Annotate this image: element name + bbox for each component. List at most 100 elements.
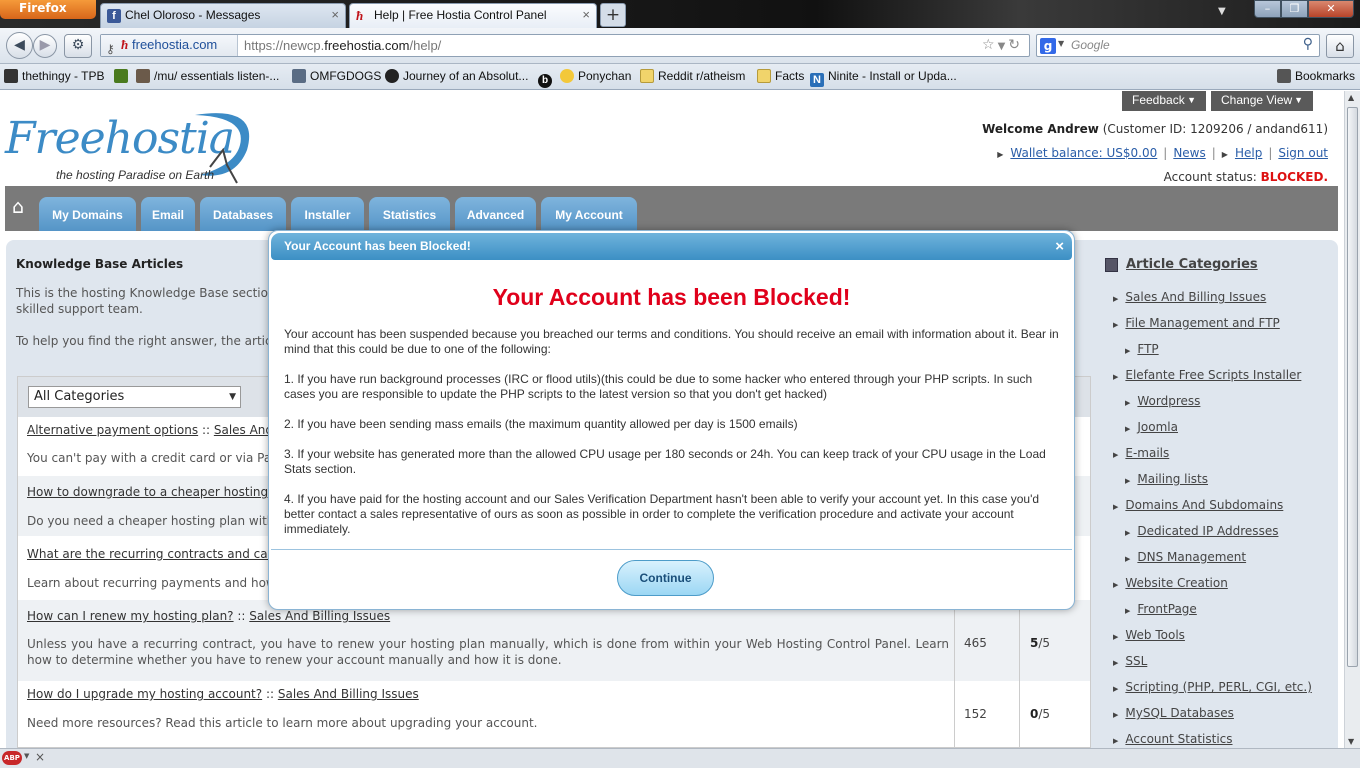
- category-link[interactable]: DNS Management: [1137, 550, 1246, 564]
- category-link[interactable]: File Management and FTP: [1125, 316, 1279, 330]
- category-item[interactable]: ▶ Web Tools: [1113, 628, 1185, 642]
- category-item[interactable]: ▶ SSL: [1113, 654, 1147, 668]
- address-bar[interactable]: ⚷ ħ freehostia.com https://newcp.freehos…: [100, 34, 1030, 57]
- tab-chel-oloroso[interactable]: f Chel Oloroso - Messages ×: [100, 3, 346, 28]
- subcategory-item[interactable]: ▶ Dedicated IP Addresses: [1125, 524, 1278, 538]
- bookmark-item[interactable]: Reddit r/atheism: [640, 69, 745, 84]
- home-icon[interactable]: ⌂: [12, 196, 24, 218]
- minimize-button[interactable]: –: [1254, 0, 1281, 18]
- bookmark-item[interactable]: Ponychan: [560, 69, 631, 84]
- category-link[interactable]: Scripting (PHP, PERL, CGI, etc.): [1125, 680, 1311, 694]
- bookmark-star-icon[interactable]: ☆: [982, 37, 998, 53]
- category-item[interactable]: ▶ File Management and FTP: [1113, 316, 1280, 330]
- continue-button[interactable]: Continue: [617, 560, 714, 596]
- reload-icon[interactable]: ↻: [1008, 37, 1023, 53]
- tab-list-icon[interactable]: ▼: [1218, 6, 1226, 17]
- category-item[interactable]: ▶ Elefante Free Scripts Installer: [1113, 368, 1301, 382]
- sign-out-link[interactable]: Sign out: [1278, 146, 1328, 160]
- back-arrow-icon[interactable]: ◀: [6, 32, 33, 59]
- scroll-up-icon[interactable]: ▲: [1348, 93, 1354, 102]
- bookmark-item[interactable]: b: [538, 69, 556, 88]
- firefox-menu-button[interactable]: Firefox: [0, 0, 96, 19]
- category-link[interactable]: Elefante Free Scripts Installer: [1125, 368, 1301, 382]
- scroll-down-icon[interactable]: ▼: [1348, 737, 1354, 746]
- url-text[interactable]: https://newcp.freehostia.com/help/: [244, 35, 441, 56]
- close-icon[interactable]: ×: [1055, 233, 1064, 260]
- category-link[interactable]: E-mails: [1125, 446, 1169, 460]
- bookmark-item[interactable]: Facts: [757, 69, 804, 84]
- subcategory-item[interactable]: ▶ Mailing lists: [1125, 472, 1208, 486]
- close-window-button[interactable]: ✕: [1308, 0, 1354, 18]
- category-link[interactable]: FrontPage: [1137, 602, 1196, 616]
- article-category-link[interactable]: Sales And Billing Issues: [278, 687, 419, 701]
- google-icon[interactable]: g: [1040, 38, 1056, 54]
- category-link[interactable]: Sales And Billing Issues: [1125, 290, 1266, 304]
- news-link[interactable]: News: [1173, 146, 1205, 160]
- category-item[interactable]: ▶ Scripting (PHP, PERL, CGI, etc.): [1113, 680, 1312, 694]
- tab-freehostia-help[interactable]: ħ Help | Free Hostia Control Panel ×: [349, 3, 597, 28]
- category-select[interactable]: All Categories ▼: [28, 386, 241, 408]
- restore-button[interactable]: ❐: [1281, 0, 1308, 18]
- tab-advanced[interactable]: Advanced: [455, 197, 536, 231]
- categories-title[interactable]: Article Categories: [1126, 257, 1258, 272]
- category-item[interactable]: ▶ Website Creation: [1113, 576, 1228, 590]
- category-link[interactable]: Wordpress: [1137, 394, 1200, 408]
- wallet-balance-link[interactable]: Wallet balance: US$0.00: [1010, 146, 1157, 160]
- category-link[interactable]: Website Creation: [1125, 576, 1227, 590]
- site-identity-button[interactable]: ⚷ ħ freehostia.com: [101, 35, 238, 56]
- addon-gear-icon[interactable]: ⚙: [64, 34, 92, 58]
- change-view-button[interactable]: Change View ▼: [1211, 91, 1313, 111]
- category-link[interactable]: Joomla: [1137, 420, 1178, 434]
- tab-installer[interactable]: Installer: [291, 197, 364, 231]
- tab-close-icon[interactable]: ×: [331, 4, 339, 26]
- category-item[interactable]: ▶ Account Statistics: [1113, 732, 1233, 746]
- new-tab-button[interactable]: +: [600, 3, 626, 27]
- history-dropdown-icon[interactable]: ▼: [998, 41, 1009, 52]
- home-icon[interactable]: ⌂: [1326, 34, 1354, 58]
- scroll-thumb[interactable]: [1347, 107, 1358, 667]
- tab-my-domains[interactable]: My Domains: [39, 197, 136, 231]
- article-title-link[interactable]: How do I upgrade my hosting account?: [27, 687, 262, 701]
- bookmark-item[interactable]: /mu/ essentials listen-...: [136, 69, 279, 84]
- search-engine-dropdown-icon[interactable]: ▼: [1058, 39, 1064, 48]
- category-link[interactable]: Account Statistics: [1125, 732, 1232, 746]
- feedback-button[interactable]: Feedback ▼: [1122, 91, 1206, 111]
- tab-statistics[interactable]: Statistics: [369, 197, 450, 231]
- search-bar[interactable]: g ▼ Google ⚲: [1036, 34, 1320, 57]
- category-link[interactable]: MySQL Databases: [1125, 706, 1234, 720]
- search-icon[interactable]: ⚲: [1303, 36, 1313, 52]
- adblock-icon[interactable]: ABP: [2, 751, 22, 765]
- category-item[interactable]: ▶ MySQL Databases: [1113, 706, 1234, 720]
- subcategory-item[interactable]: ▶ Joomla: [1125, 420, 1178, 434]
- bookmark-item[interactable]: thethingy - TPB: [4, 69, 105, 84]
- tab-close-icon[interactable]: ×: [582, 4, 590, 26]
- article-title-link[interactable]: What are the recurring contracts and can…: [27, 547, 283, 561]
- article-title-link[interactable]: Alternative payment options: [27, 423, 198, 437]
- subcategory-item[interactable]: ▶ Wordpress: [1125, 394, 1200, 408]
- category-link[interactable]: FTP: [1137, 342, 1158, 356]
- bookmarks-menu-button[interactable]: Bookmarks: [1277, 69, 1355, 84]
- category-item[interactable]: ▶ Sales And Billing Issues: [1113, 290, 1266, 304]
- tab-my-account[interactable]: My Account: [541, 197, 637, 231]
- tab-databases[interactable]: Databases: [200, 197, 286, 231]
- bookmark-item[interactable]: N Ninite - Install or Upda...: [810, 69, 957, 87]
- close-icon[interactable]: ×: [35, 750, 45, 764]
- category-link[interactable]: SSL: [1125, 654, 1147, 668]
- category-link[interactable]: Domains And Subdomains: [1125, 498, 1283, 512]
- article-title-link[interactable]: How can I renew my hosting plan?: [27, 609, 234, 623]
- freehostia-logo[interactable]: Freehostia the hosting Paradise on Earth: [5, 111, 265, 191]
- subcategory-item[interactable]: ▶ FTP: [1125, 342, 1159, 356]
- subcategory-item[interactable]: ▶ FrontPage: [1125, 602, 1197, 616]
- help-link[interactable]: Help: [1235, 146, 1262, 160]
- tab-email[interactable]: Email: [141, 197, 195, 231]
- category-item[interactable]: ▶ E-mails: [1113, 446, 1169, 460]
- category-link[interactable]: Web Tools: [1125, 628, 1185, 642]
- article-category-link[interactable]: Sales And Billing Issues: [249, 609, 390, 623]
- vertical-scrollbar[interactable]: ▲ ▼: [1344, 91, 1360, 748]
- bookmark-item[interactable]: OMFGDOGS: [292, 69, 381, 84]
- forward-arrow-icon[interactable]: ▶: [33, 34, 57, 58]
- category-link[interactable]: Mailing lists: [1137, 472, 1208, 486]
- bookmark-item[interactable]: [114, 69, 132, 84]
- category-item[interactable]: ▶ Domains And Subdomains: [1113, 498, 1283, 512]
- subcategory-item[interactable]: ▶ DNS Management: [1125, 550, 1246, 564]
